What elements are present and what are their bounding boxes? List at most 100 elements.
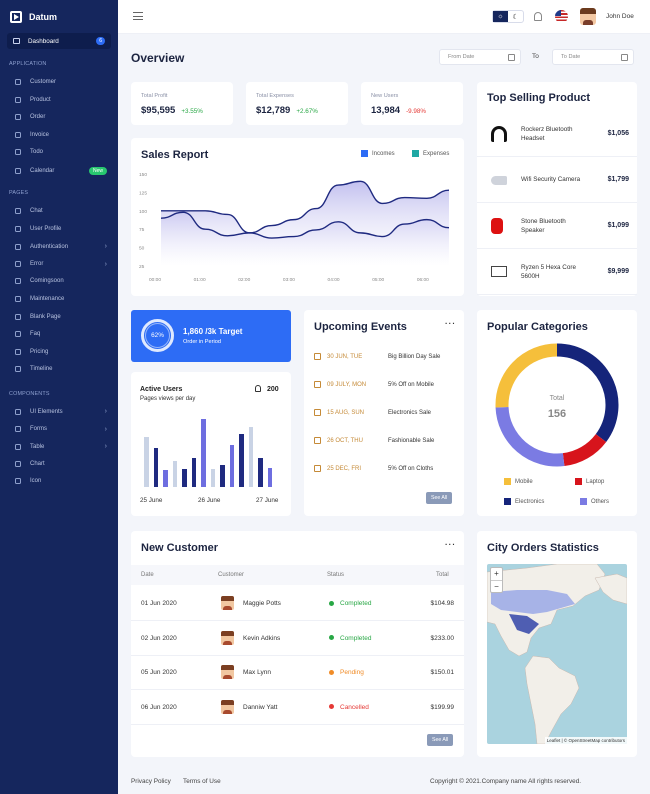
legend-label: Electronics: [515, 498, 545, 505]
sidebar-item-calendar[interactable]: Calendar New: [15, 167, 107, 175]
status-badge: Pending: [329, 669, 364, 676]
card-title: City Orders Statistics: [487, 542, 599, 554]
sidebar-item-label: Icon: [30, 478, 42, 485]
column-header-date: Date: [141, 572, 154, 578]
sidebar-item-label: Todo: [30, 149, 44, 156]
menu-toggle-icon[interactable]: [133, 12, 143, 23]
sidebar-item-dashboard[interactable]: Dashboard 6: [7, 33, 111, 49]
event-item[interactable]: 26 OCT, THU Fashionable Sale: [314, 437, 454, 444]
stat-value: $95,595: [141, 105, 176, 116]
stat-label: Total Expenses: [256, 93, 294, 99]
table-row[interactable]: 02 Jun 2020 Kevin Adkins Completed $233.00: [131, 622, 464, 656]
section-label-components: COMPONENTS: [9, 391, 50, 397]
zoom-out-button[interactable]: −: [491, 581, 502, 594]
bar: [172, 461, 177, 487]
sidebar-item-pricing[interactable]: Pricing: [15, 348, 107, 355]
dark-theme-icon[interactable]: ☾: [508, 11, 523, 22]
status-badge: Completed: [329, 600, 371, 607]
sidebar-item-authentication[interactable]: Authentication ›: [15, 243, 107, 250]
nav-icon: [15, 168, 21, 174]
sidebar-item-timeline[interactable]: Timeline: [15, 366, 107, 373]
product-price: $1,799: [607, 176, 629, 183]
sidebar-item-chart[interactable]: Chart: [15, 460, 107, 467]
user-name[interactable]: John Doe: [606, 13, 634, 20]
sidebar-item-user-profile[interactable]: User Profile: [15, 225, 107, 232]
y-tick-label: 25: [139, 264, 145, 270]
sidebar-item-faq[interactable]: Faq: [15, 331, 107, 338]
map-zoom-control: + −: [490, 567, 503, 593]
event-title: 5% Off on Mobile: [388, 381, 434, 388]
sidebar-item-blank-page[interactable]: Blank Page: [15, 313, 107, 320]
bar: [191, 457, 196, 487]
event-item[interactable]: 15 AUG, SUN Electronics Sale: [314, 409, 454, 416]
avatar[interactable]: [580, 8, 596, 25]
status-dot: [329, 635, 334, 641]
popular-categories-card: Popular Categories Total 156 Mobile Lapto…: [477, 310, 637, 516]
legend-item-others[interactable]: Others: [580, 498, 609, 505]
zoom-in-button[interactable]: +: [491, 568, 502, 581]
more-icon[interactable]: ···: [445, 540, 456, 549]
event-item[interactable]: 25 DEC, FRI 5% Off on Cloths: [314, 465, 454, 472]
event-date: 09 JULY, MON: [314, 381, 388, 388]
to-date-input[interactable]: To Date: [552, 49, 634, 65]
nav-icon: [15, 278, 21, 285]
nav-icon: [15, 149, 21, 156]
legend-label: Laptop: [586, 478, 605, 485]
new-customer-card: New Customer ··· Date Customer Status To…: [131, 531, 464, 757]
sidebar-item-error[interactable]: Error ›: [15, 261, 107, 268]
product-row[interactable]: Ryzen 5 Hexa Core 5600H $9,999: [477, 250, 637, 295]
sidebar-item-maintenance[interactable]: Maintenance: [15, 296, 107, 302]
legend-item-laptop[interactable]: Laptop: [575, 478, 604, 485]
sidebar-item-icon[interactable]: Icon: [15, 478, 107, 485]
product-row[interactable]: Wifi Security Camera $1,799: [477, 158, 637, 203]
bar: [201, 419, 206, 487]
sidebar-item-order[interactable]: Order: [15, 114, 107, 121]
event-item[interactable]: 09 JULY, MON 5% Off on Mobile: [314, 381, 454, 388]
sidebar-item-ui-elements[interactable]: UI Elements ›: [15, 408, 107, 415]
stat-label: Total Profit: [141, 93, 168, 99]
theme-switcher[interactable]: ☼ ☾: [492, 10, 524, 23]
city-orders-map[interactable]: + − Leaflet | © OpenStreetMap contributo…: [487, 564, 627, 744]
from-date-input[interactable]: From Date: [439, 49, 521, 65]
terms-link[interactable]: Terms of Use: [183, 778, 221, 785]
nav-icon: [15, 131, 21, 138]
bell-icon[interactable]: [534, 12, 542, 21]
sidebar-item-label: Comingsoon: [30, 278, 64, 285]
donut-total-value: 156: [547, 408, 567, 420]
sidebar-item-forms[interactable]: Forms ›: [15, 426, 107, 433]
brand-logo[interactable]: Datum: [10, 11, 57, 23]
target-card: 62% 1,860 /3k Target Order in Period: [131, 310, 291, 362]
sidebar-item-customer[interactable]: Customer: [15, 79, 107, 85]
product-row[interactable]: Rockerz Bluetooth Headset $1,056: [477, 112, 637, 157]
see-all-button[interactable]: See All: [426, 492, 453, 504]
us-flag-icon[interactable]: [555, 10, 568, 23]
row-date: 02 Jun 2020: [141, 634, 177, 642]
more-icon[interactable]: ···: [445, 319, 456, 328]
table-row[interactable]: 05 Jun 2020 Max Lynn Pending $150.01: [131, 656, 464, 690]
row-date: 05 Jun 2020: [141, 669, 177, 676]
table-row[interactable]: 01 Jun 2020 Maggie Potts Completed $104.98: [131, 587, 464, 621]
sidebar-item-chat[interactable]: Chat: [15, 208, 107, 214]
legend-item-mobile[interactable]: Mobile: [504, 478, 533, 485]
product-row[interactable]: Stone Bluetooth Speaker $1,099: [477, 204, 637, 249]
map-land: [487, 564, 627, 744]
target-subtitle: Order in Period: [183, 339, 221, 345]
legend-item-electronics[interactable]: Electronics: [504, 498, 544, 505]
light-theme-icon[interactable]: ☼: [493, 11, 508, 22]
sidebar-item-label: Dashboard: [28, 37, 59, 45]
event-item[interactable]: 30 JUN, TUE Big Billion Day Sale: [314, 353, 454, 360]
product-price: $9,999: [607, 268, 629, 275]
sidebar-item-comingsoon[interactable]: Comingsoon: [15, 278, 107, 285]
stat-card: Total Expenses $12,789 +2.67%: [246, 82, 348, 125]
nav-icon: [15, 426, 21, 433]
sidebar-item-invoice[interactable]: Invoice: [15, 131, 107, 138]
x-tick-label: 04:00: [328, 277, 340, 283]
see-all-button[interactable]: See All: [427, 734, 454, 746]
map-attribution[interactable]: Leaflet | © OpenStreetMap contributors: [544, 737, 627, 744]
table-row[interactable]: 06 Jun 2020 Danniw Yatt Cancelled $199.99: [131, 691, 464, 725]
sidebar-item-todo[interactable]: Todo: [15, 149, 107, 156]
sidebar-item-table[interactable]: Table ›: [15, 443, 107, 450]
sidebar-item-product[interactable]: Product: [15, 96, 107, 103]
stat-change: +2.67%: [296, 108, 318, 115]
privacy-policy-link[interactable]: Privacy Policy: [131, 778, 171, 785]
